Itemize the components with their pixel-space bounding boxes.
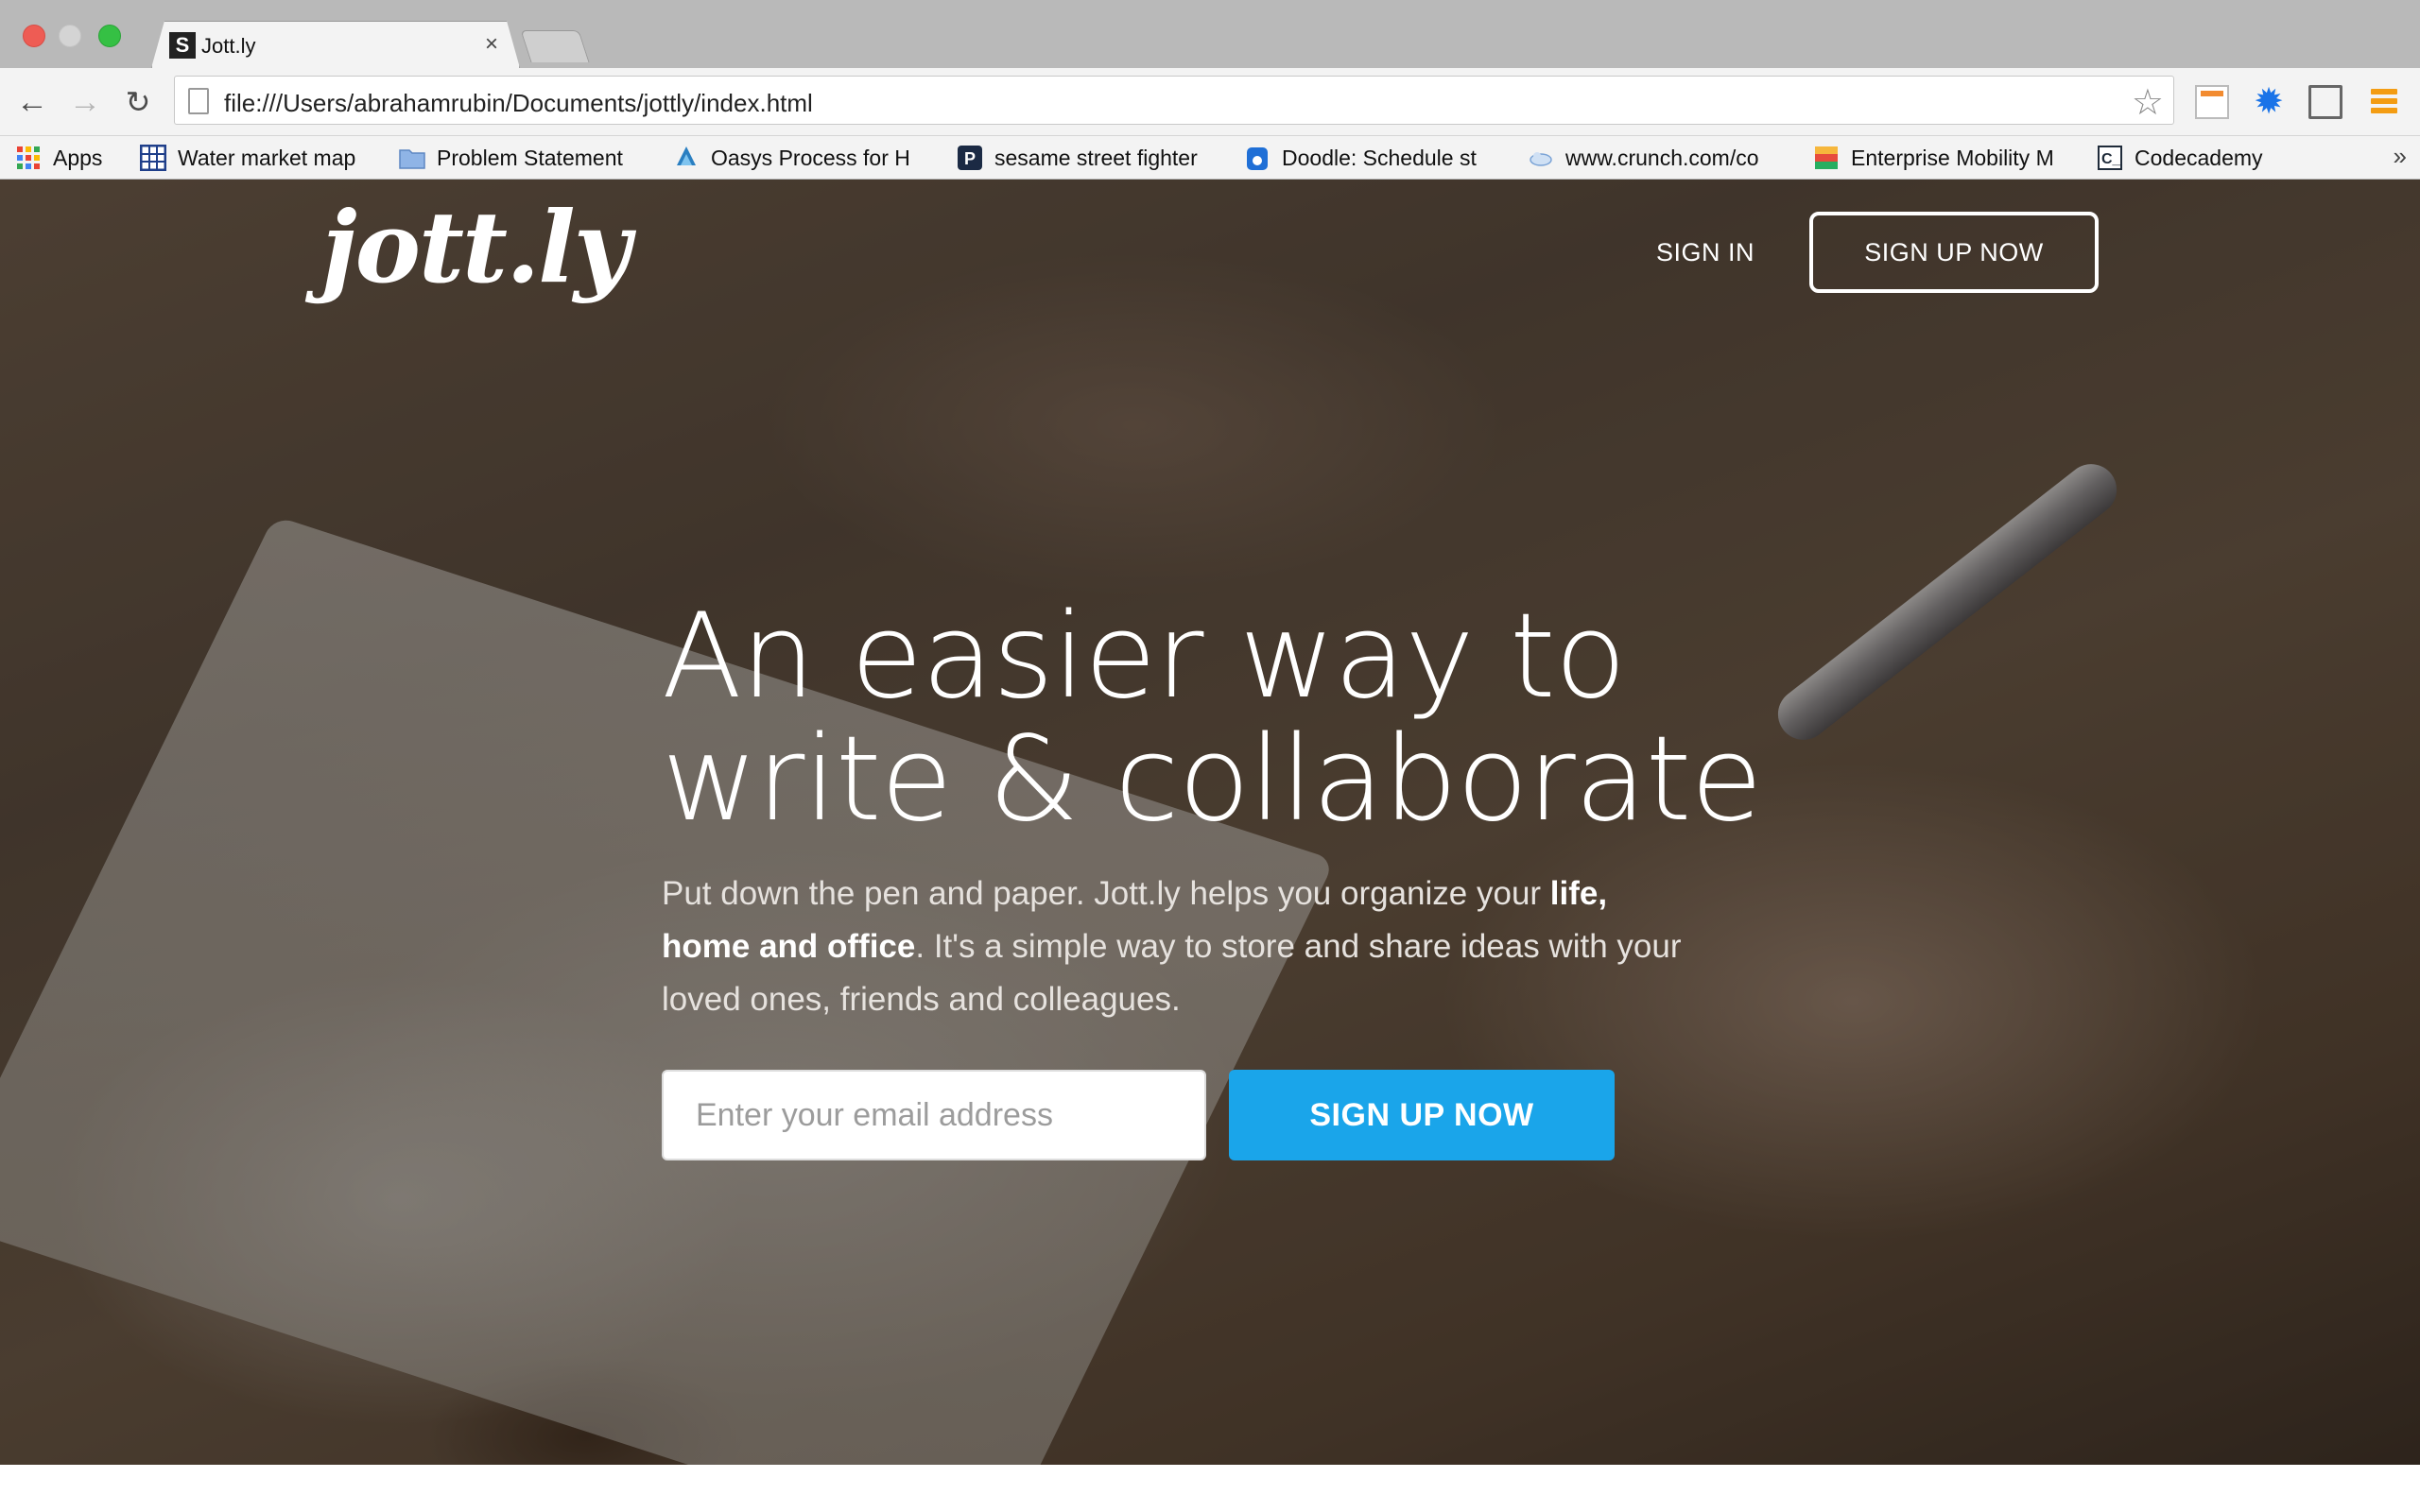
bookmark-label: Water market map: [178, 145, 356, 170]
grid-sheet-icon: [140, 145, 166, 171]
svg-text:P: P: [964, 149, 976, 168]
bookmark-label: www.crunch.com/co: [1565, 145, 1759, 170]
bookmark-problem-statement[interactable]: Problem Statement: [399, 142, 623, 174]
menu-icon[interactable]: [2371, 85, 2405, 119]
bookmark-oasys[interactable]: Oasys Process for H: [673, 142, 910, 174]
description-part-1: Put down the pen and paper. Jott.ly help…: [662, 875, 1550, 912]
bookmark-label: Doodle: Schedule st: [1282, 145, 1477, 170]
hero-headline: An easier way to write & collaborate: [662, 595, 1891, 841]
hero-sign-up-button[interactable]: SIGN UP NOW: [1229, 1070, 1615, 1160]
bookmark-label: Oasys Process for H: [711, 145, 910, 170]
back-arrow-icon[interactable]: ←: [13, 83, 51, 121]
browser-toolbar: ← → ↻ file:///Users/abrahamrubin/Documen…: [0, 68, 2420, 136]
headline-line-2: write & collaborate: [662, 712, 1763, 848]
address-url[interactable]: file:///Users/abrahamrubin/Documents/jot…: [224, 89, 813, 118]
email-input[interactable]: [662, 1070, 1206, 1160]
cloud-icon: [1530, 152, 1552, 166]
tab-close-icon[interactable]: ×: [485, 31, 498, 58]
hero-section: jott.ly SIGN IN SIGN UP NOW An easier wa…: [0, 180, 2420, 1465]
bookmark-crunch[interactable]: www.crunch.com/co: [1528, 142, 1759, 174]
doodle-icon: [1247, 147, 1268, 170]
new-tab-button[interactable]: [520, 30, 590, 62]
drop-icon: [677, 146, 696, 165]
site-logo[interactable]: jott.ly: [321, 198, 631, 297]
header-sign-up-button[interactable]: SIGN UP NOW: [1809, 212, 2099, 293]
cast-icon[interactable]: [2308, 85, 2342, 119]
sign-in-link[interactable]: SIGN IN: [1656, 238, 1754, 267]
bookmark-label: Problem Statement: [437, 145, 623, 170]
forward-arrow-icon[interactable]: →: [66, 83, 104, 121]
bookmark-label: Apps: [53, 145, 103, 170]
bookmarks-bar: Apps Water market map Problem Statement …: [0, 136, 2420, 180]
page-bottom-strip: [0, 1465, 2420, 1512]
bookmark-label: Codecademy: [2135, 145, 2263, 170]
page-icon: [188, 88, 209, 114]
bookmark-sesame-street[interactable]: P sesame street fighter: [957, 142, 1198, 174]
hero-description: Put down the pen and paper. Jott.ly help…: [662, 868, 1702, 1026]
bookmark-codecademy[interactable]: C_ Codecademy: [2097, 142, 2263, 174]
reload-icon[interactable]: ↻: [119, 83, 157, 121]
folder-icon: [399, 149, 425, 169]
minimize-window-button[interactable]: [59, 25, 81, 47]
tab-title: Jott.ly: [201, 34, 256, 58]
headline-line-1: An easier way to: [662, 589, 1627, 725]
bookmark-label: sesame street fighter: [994, 145, 1198, 170]
calendar-extension-icon[interactable]: [2195, 85, 2229, 119]
address-bar[interactable]: file:///Users/abrahamrubin/Documents/jot…: [174, 76, 2174, 125]
maximize-window-button[interactable]: [98, 25, 121, 47]
tab-favicon-icon: S: [169, 32, 196, 59]
bookmark-doodle[interactable]: Doodle: Schedule st: [1244, 142, 1477, 174]
apps-grid-icon: [17, 146, 40, 169]
p-icon: P: [958, 146, 982, 170]
bookmark-label: Enterprise Mobility M: [1851, 145, 2054, 170]
close-window-button[interactable]: [23, 25, 45, 47]
svg-text:C_: C_: [2101, 151, 2122, 167]
bookmark-water-market-map[interactable]: Water market map: [140, 142, 355, 174]
tab-jottly[interactable]: S Jott.ly ×: [151, 21, 520, 68]
codecademy-icon: C_: [2098, 146, 2122, 170]
gear-extension-icon[interactable]: ✹: [2252, 84, 2286, 120]
tab-strip: S Jott.ly ×: [0, 0, 2420, 68]
bookmark-star-icon[interactable]: ☆: [2132, 81, 2164, 124]
bookmark-enterprise-mobility[interactable]: Enterprise Mobility M: [1813, 142, 2054, 174]
colorful-icon: [1815, 146, 1838, 169]
bookmarks-overflow-icon[interactable]: »: [2394, 142, 2407, 171]
bookmark-apps[interactable]: Apps: [15, 142, 102, 174]
